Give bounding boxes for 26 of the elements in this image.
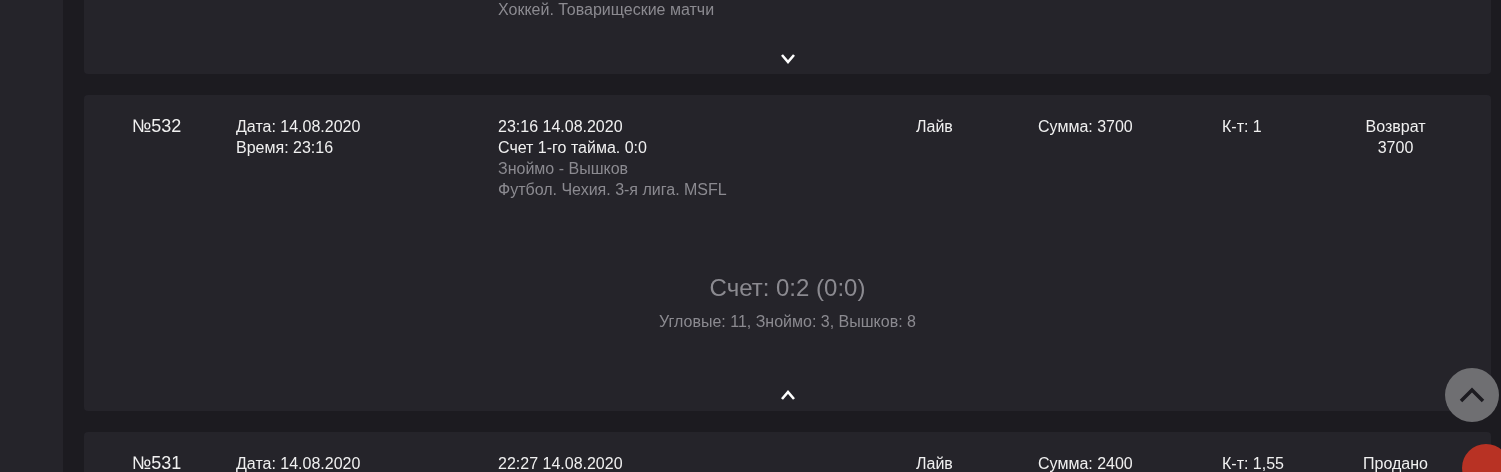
bet-date: Дата: 14.08.2020 <box>236 117 361 137</box>
match-score: Счет: 0:2 (0:0) <box>709 273 866 303</box>
event-time: 23:16 14.08.2020 <box>498 117 623 137</box>
chevron-up-icon <box>1458 386 1486 404</box>
chevron-up-icon[interactable] <box>779 389 796 402</box>
bet-result: Возврат <box>1365 117 1426 137</box>
bet-result: 3700 <box>1377 138 1414 158</box>
bet-number: №532 <box>132 116 182 137</box>
bet-time: Время: 23:16 <box>236 138 334 158</box>
league-name: Хоккей. Товарищеские матчи <box>498 0 715 20</box>
bet-odds: К-т: 1,55 <box>1222 454 1284 472</box>
event-time: 22:27 14.08.2020 <box>498 454 623 472</box>
bet-market: Счет 1-го тайма. 0:0 <box>498 138 647 158</box>
match-stats: Угловые: 11, Зноймо: 3, Вышков: 8 <box>659 312 916 332</box>
scroll-top-button[interactable] <box>1445 368 1499 422</box>
bet-amount: Сумма: 3700 <box>1038 117 1133 137</box>
league-name: Футбол. Чехия. 3-я лига. MSFL <box>498 180 727 200</box>
bet-amount: Сумма: 2400 <box>1038 454 1133 472</box>
bet-date: Дата: 14.08.2020 <box>236 454 361 472</box>
bet-number: №531 <box>132 453 182 472</box>
bet-type: Лайв <box>916 117 953 137</box>
chevron-down-icon[interactable] <box>779 52 796 65</box>
bet-type: Лайв <box>916 454 953 472</box>
bet-odds: К-т: 1 <box>1222 117 1262 137</box>
bet-result: Продано <box>1363 454 1428 472</box>
match-teams: Зноймо - Вышков <box>498 159 629 179</box>
